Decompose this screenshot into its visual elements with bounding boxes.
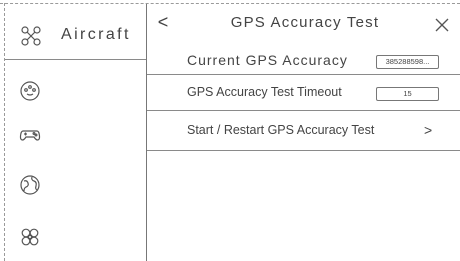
start-gps-test-button[interactable]: Start / Restart GPS Accuracy Test > — [147, 111, 460, 151]
timeout-input[interactable]: 15 — [376, 87, 439, 101]
sidebar-item-aircraft[interactable]: Aircraft — [5, 4, 146, 60]
row-label: Start / Restart GPS Accuracy Test — [187, 123, 375, 137]
back-button[interactable]: < — [155, 11, 171, 33]
close-icon[interactable] — [435, 18, 449, 32]
globe-icon[interactable] — [19, 174, 41, 196]
drone-icon — [21, 26, 41, 46]
propeller-icon[interactable] — [19, 226, 41, 248]
gps-accuracy-value: 385288598... — [376, 55, 439, 69]
gps-accuracy-panel: < GPS Accuracy Test Current GPS Accuracy… — [147, 4, 460, 261]
panel-header: < GPS Accuracy Test — [147, 4, 460, 47]
chevron-right-icon: > — [424, 122, 433, 138]
row-gps-accuracy-timeout: GPS Accuracy Test Timeout 15 — [147, 75, 460, 111]
gimbal-icon[interactable] — [19, 80, 41, 102]
row-label: Current GPS Accuracy — [187, 52, 348, 68]
sidebar: Aircraft — [5, 4, 147, 261]
sidebar-title: Aircraft — [61, 26, 131, 43]
panel-title: GPS Accuracy Test — [230, 14, 380, 31]
gamepad-icon[interactable] — [19, 123, 41, 145]
row-current-gps-accuracy: Current GPS Accuracy 385288598... — [147, 47, 460, 75]
app-window: Aircraft < GPS Accuracy Test Current GPS… — [0, 0, 460, 261]
row-label: GPS Accuracy Test Timeout — [187, 85, 342, 99]
